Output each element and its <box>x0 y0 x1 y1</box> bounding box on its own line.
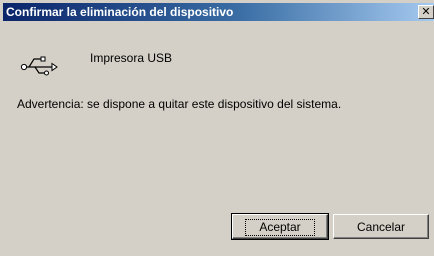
accept-button[interactable]: Aceptar <box>231 213 329 240</box>
accept-button-label: Aceptar <box>245 218 315 236</box>
cancel-button[interactable]: Cancelar <box>333 214 429 239</box>
device-name: Impresora USB <box>90 51 173 65</box>
confirm-remove-device-dialog: Confirmar la eliminación del dispositivo… <box>0 0 434 256</box>
usb-icon <box>20 56 58 76</box>
close-button[interactable]: ✕ <box>418 5 434 19</box>
warning-message: Advertencia: se dispone a quitar este di… <box>17 97 342 111</box>
dialog-title: Confirmar la eliminación del dispositivo <box>6 5 234 19</box>
title-bar[interactable]: Confirmar la eliminación del dispositivo… <box>3 3 434 21</box>
close-icon: ✕ <box>421 6 431 18</box>
